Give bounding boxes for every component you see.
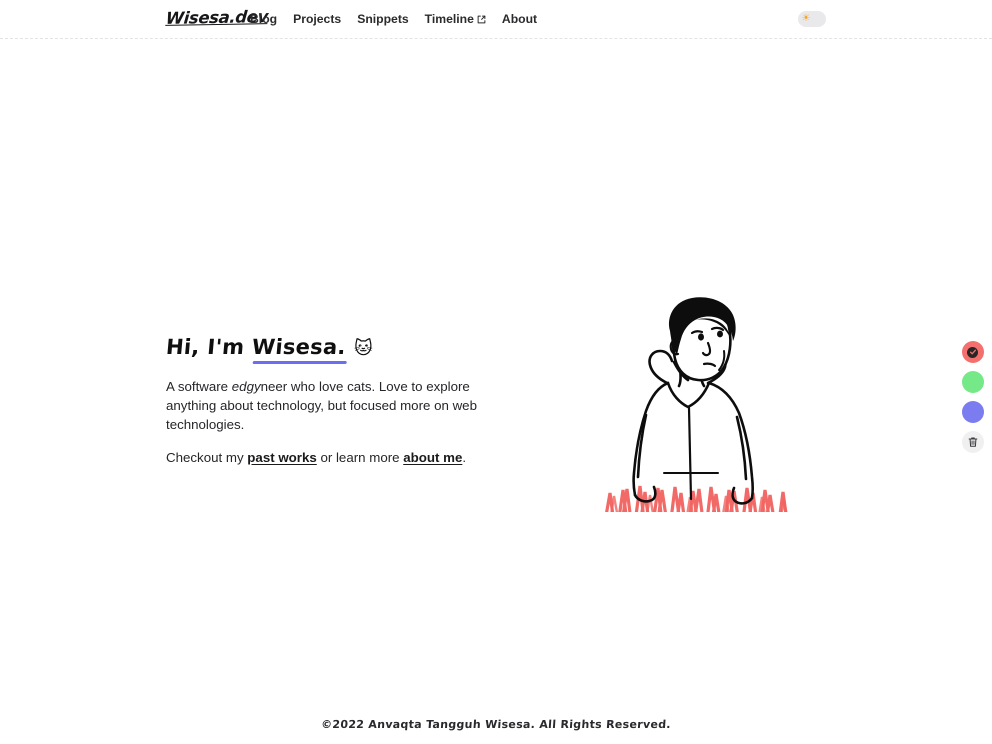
nav-item-blog[interactable]: Blog <box>250 12 277 26</box>
theme-toggle[interactable]: ☀ <box>798 11 826 27</box>
hero-section: Hi, I'm Wisesa. 🐱 A software edgyneer wh… <box>0 39 992 699</box>
check-icon <box>967 346 978 358</box>
page-title: Hi, I'm Wisesa. 🐱 <box>165 335 517 361</box>
hero-text-block: Hi, I'm Wisesa. 🐱 A software edgyneer wh… <box>165 335 517 481</box>
cat-face-emoji: 🐱 <box>353 338 373 359</box>
color-swatch-green[interactable] <box>961 371 984 393</box>
main-navigation: Blog Projects Snippets Timeline About <box>250 12 537 26</box>
site-header: Wisesa.dev Blog Projects Snippets Timeli… <box>0 0 992 39</box>
nav-item-projects[interactable]: Projects <box>293 12 341 26</box>
nav-item-label: Projects <box>293 12 342 26</box>
clear-canvas-button[interactable] <box>961 431 984 453</box>
header-inner: Wisesa.dev Blog Projects Snippets Timeli… <box>0 0 992 38</box>
nav-item-label: Snippets <box>357 12 409 26</box>
nav-item-about[interactable]: About <box>502 12 537 26</box>
headline-name: Wisesa. <box>250 335 347 359</box>
copyright-text: ©2022 Anvaqta Tangguh Wisesa. All Rights… <box>320 718 672 731</box>
nav-item-snippets[interactable]: Snippets <box>357 12 408 26</box>
trash-icon <box>967 436 979 448</box>
person-hoodie-doodle <box>596 287 796 512</box>
sun-icon: ☀ <box>801 13 811 24</box>
nav-item-label: About <box>501 12 538 26</box>
hero-bio: A software edgyneer who love cats. Love … <box>166 379 477 432</box>
drawing-tool-dock <box>960 339 985 455</box>
color-swatch-purple[interactable] <box>961 401 984 423</box>
bio-emphasis: edgy <box>231 379 261 394</box>
color-swatch-red[interactable] <box>961 341 984 363</box>
headline-greeting: Hi, I'm Wisesa. <box>165 335 347 359</box>
red-scribble-ground <box>605 485 788 512</box>
about-me-link[interactable]: about me <box>403 450 462 465</box>
external-link-icon <box>477 15 486 24</box>
hero-cta: Checkout my past works or learn more abo… <box>166 450 467 465</box>
site-footer: ©2022 Anvaqta Tangguh Wisesa. All Rights… <box>0 718 992 731</box>
nav-item-timeline[interactable]: Timeline <box>425 12 486 26</box>
past-works-link[interactable]: past works <box>247 450 316 465</box>
nav-item-label: Blog <box>250 12 278 26</box>
nav-item-label: Timeline <box>424 12 474 26</box>
